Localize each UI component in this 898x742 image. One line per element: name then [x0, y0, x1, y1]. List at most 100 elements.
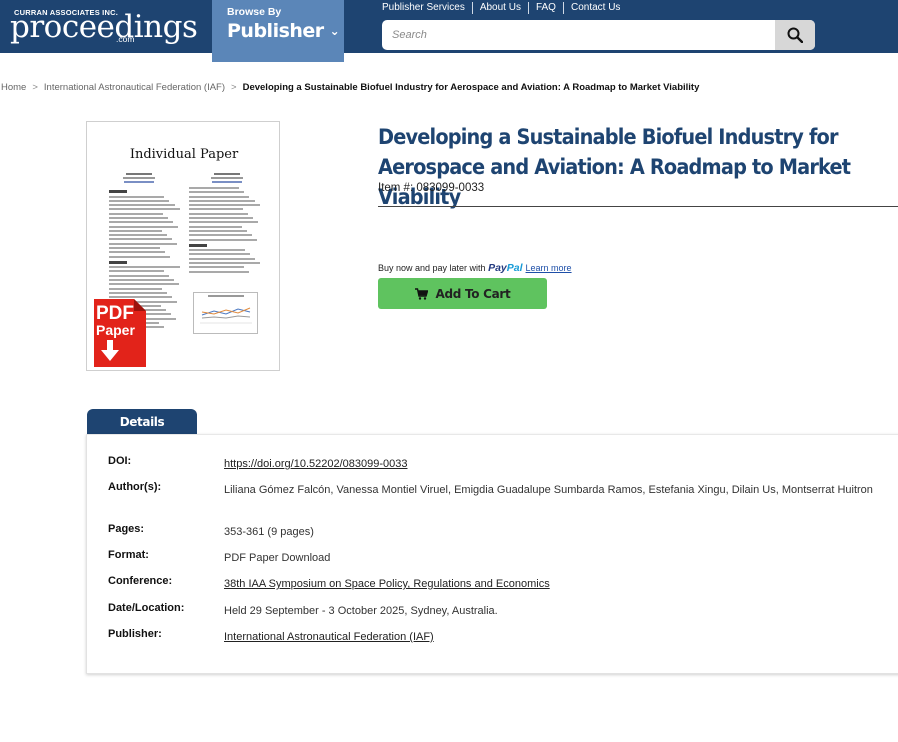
thumbnail-text-line — [109, 270, 164, 273]
thumbnail-text-line — [189, 229, 247, 232]
authors-value: Liliana Gómez Falcón, Vanessa Montiel Vi… — [224, 484, 873, 496]
thumbnail-text-line — [109, 238, 172, 241]
thumbnail-author-block — [197, 173, 257, 183]
thumbnail-text-line — [189, 221, 259, 224]
thumbnail-text-line — [109, 247, 161, 250]
thumbnail-author-block — [109, 173, 169, 183]
thumbnail-text-line — [109, 274, 169, 277]
detail-label: Format: — [108, 549, 149, 561]
detail-label: DOI: — [108, 455, 132, 467]
thumbnail-heading-line — [109, 260, 127, 264]
thumbnail-text-line — [109, 212, 163, 215]
thumbnail-text-line — [109, 242, 177, 245]
paypal-logo-part2: Pal — [506, 262, 523, 274]
detail-label: Author(s): — [108, 481, 162, 493]
paylater-text: Buy now and pay later with — [378, 263, 486, 273]
thumbnail-text-line — [189, 199, 255, 202]
pdf-paper-icon: PDF Paper — [92, 297, 146, 367]
thumbnail-text-line — [109, 234, 167, 237]
logo-suffix: .com — [116, 34, 135, 44]
thumbnail-text-line — [109, 291, 168, 294]
thumbnail-text-line — [189, 261, 261, 264]
search-input[interactable] — [382, 20, 775, 50]
thumbnail-text-line — [109, 216, 169, 219]
thumbnail-text-line — [109, 221, 174, 224]
site-header: CURRAN ASSOCIATES INC. proceedings .com … — [0, 0, 898, 53]
thumbnail-text-line — [189, 225, 242, 228]
product-thumbnail[interactable]: Individual Paper PDF Paper — [86, 121, 280, 371]
thumbnail-text-line — [109, 195, 165, 198]
thumbnail-text-line — [109, 199, 170, 202]
format-value: PDF Paper Download — [224, 552, 331, 564]
thumbnail-text-line — [189, 234, 252, 237]
thumbnail-text-line — [109, 283, 179, 286]
doi-link[interactable]: https://doi.org/10.52202/083099-0033 — [224, 455, 884, 473]
thumbnail-text-line — [109, 208, 180, 211]
add-to-cart-label: Add To Cart — [435, 286, 511, 301]
thumbnail-figure — [193, 292, 258, 334]
thumbnail-text-line — [109, 255, 171, 258]
thumbnail-text-line — [189, 195, 250, 198]
thumbnail-text-line — [189, 266, 244, 269]
thumbnail-text-line — [109, 225, 179, 228]
thumbnail-text-line — [109, 279, 174, 282]
breadcrumb-home[interactable]: Home — [1, 82, 26, 93]
paypal-paylater-message: Buy now and pay later with PayPal Learn m… — [378, 262, 572, 274]
detail-label: Publisher: — [108, 628, 162, 640]
breadcrumb-separator: > — [231, 82, 237, 93]
logo-wordmark: proceedings — [10, 9, 198, 45]
thumbnail-text-line — [109, 287, 163, 290]
thumbnail-text-line — [189, 217, 254, 220]
thumbnail-text-line — [189, 187, 240, 189]
search-bar — [382, 20, 815, 50]
nav-publisher-services[interactable]: Publisher Services — [382, 2, 473, 14]
item-number: Item #: 083099-0033 — [378, 182, 485, 194]
thumbnail-text-line — [189, 212, 249, 215]
top-nav: Publisher Services About Us FAQ Contact … — [382, 2, 627, 14]
search-button[interactable] — [775, 20, 815, 50]
pdf-badge-text: PDF — [96, 303, 134, 324]
thumbnail-text-line — [189, 270, 249, 273]
divider — [378, 206, 898, 207]
thumbnail-text-line — [109, 251, 166, 254]
date-location-value: Held 29 September - 3 October 2025, Sydn… — [224, 605, 498, 617]
thumbnail-text-line — [189, 191, 245, 194]
browse-by-publisher-menu[interactable]: Browse By Publisher ⌄ — [212, 0, 344, 62]
detail-label: Conference: — [108, 575, 173, 587]
paypal-logo: PayPal — [488, 262, 522, 274]
conference-link[interactable]: 38th IAA Symposium on Space Policy, Regu… — [224, 575, 884, 593]
browse-publisher-label: Publisher ⌄ — [227, 20, 344, 42]
site-logo[interactable]: CURRAN ASSOCIATES INC. proceedings .com — [10, 8, 198, 48]
thumbnail-text-line — [189, 238, 257, 241]
browse-publisher-text: Publisher — [227, 20, 324, 42]
tab-details[interactable]: Details — [87, 409, 197, 435]
detail-label: Pages: — [108, 523, 145, 535]
thumbnail-text-line — [189, 208, 243, 211]
thumbnail-text-line — [189, 204, 260, 207]
thumbnail-text-line — [109, 229, 162, 232]
thumbnail-heading-line — [109, 190, 127, 193]
breadcrumb-current: Developing a Sustainable Biofuel Industr… — [242, 82, 700, 93]
product-title: Developing a Sustainable Biofuel Industr… — [378, 125, 851, 209]
breadcrumb-separator: > — [32, 82, 38, 93]
thumbnail-heading-line — [189, 243, 207, 247]
thumbnail-text-line — [189, 257, 256, 260]
thumbnail-text-line — [189, 253, 251, 256]
learn-more-link[interactable]: Learn more — [526, 263, 572, 273]
thumbnail-text-line — [109, 204, 175, 207]
search-icon — [787, 27, 803, 43]
breadcrumb: Home > International Astronautical Federat… — [1, 82, 699, 93]
nav-contact-us[interactable]: Contact Us — [564, 2, 627, 14]
publisher-link[interactable]: International Astronautical Federation (… — [224, 628, 884, 646]
detail-label: Date/Location: — [108, 602, 185, 614]
thumbnail-title: Individual Paper — [129, 147, 239, 162]
thumbnail-text-column — [189, 187, 261, 275]
thumbnail-text-line — [189, 249, 246, 252]
pages-value: 353-361 (9 pages) — [224, 526, 314, 538]
nav-faq[interactable]: FAQ — [529, 2, 564, 14]
pdf-badge-subtext: Paper — [96, 322, 135, 338]
add-to-cart-button[interactable]: Add To Cart — [378, 278, 547, 309]
nav-about-us[interactable]: About Us — [473, 2, 529, 14]
breadcrumb-parent[interactable]: International Astronautical Federation (… — [44, 82, 225, 93]
thumbnail-text-line — [109, 266, 181, 269]
